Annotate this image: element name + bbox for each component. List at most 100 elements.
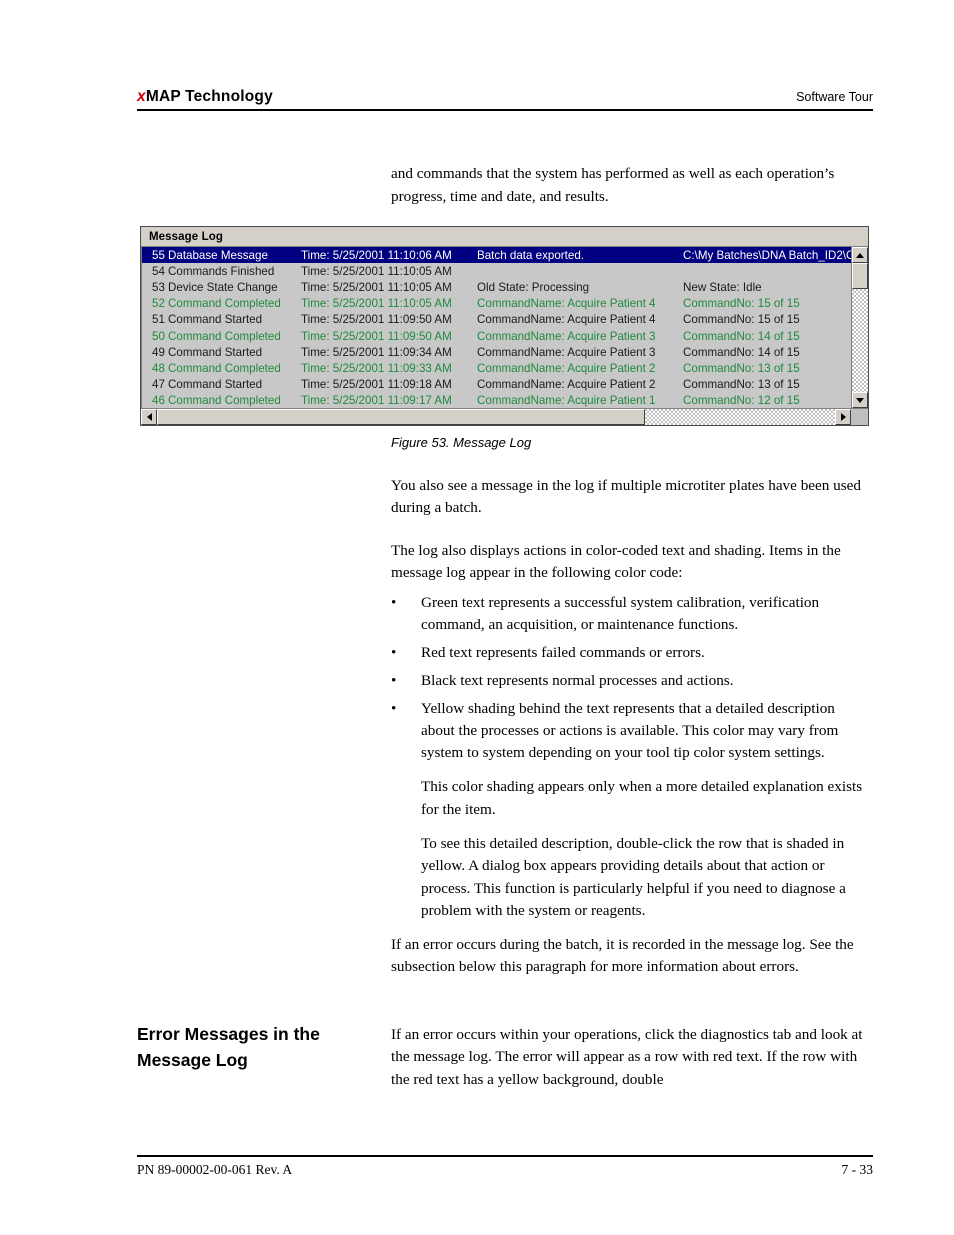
message-log-cell-id: 54 [152, 264, 165, 278]
footer-part-number: PN 89-00002-00-061 Rev. A [137, 1162, 293, 1177]
message-log-cell-event: Database Message [168, 248, 268, 262]
bullet-sub-paragraph: To see this detailed description, double… [421, 835, 846, 920]
chevron-up-icon [856, 252, 864, 258]
bullet-item: • Yellow shading behind the text represen… [391, 698, 869, 764]
bullet-text: Black text represents normal processes a… [421, 672, 734, 690]
message-log-row[interactable]: 55 Database Message Time: 5/25/2001 11:10:… [142, 247, 851, 264]
scroll-down-button[interactable] [852, 392, 868, 408]
message-log-cell-detail: CommandName: Acquire Patient 4 [477, 313, 656, 327]
message-log-cell-detail: CommandName: Acquire Patient 3 [477, 329, 656, 343]
message-log-cell-extra: CommandNo: 12 of 15 [683, 394, 800, 408]
bullet-marker: • [391, 644, 397, 662]
footer-page-number: 7 - 33 [841, 1162, 874, 1177]
scroll-up-button[interactable] [852, 247, 868, 263]
vertical-scrollbar[interactable] [851, 246, 868, 408]
bullet-marker: • [391, 672, 397, 690]
page-footer: PN 89-00002-00-061 Rev. A 7 - 33 [137, 1155, 873, 1178]
message-log-cell-detail: Batch data exported. [477, 248, 584, 262]
message-log-cell-detail: CommandName: Acquire Patient 4 [477, 297, 656, 311]
message-log-cell-detail: CommandName: Acquire Patient 2 [477, 361, 656, 375]
bullet-sub-paragraph: This color shading appears only when a m… [421, 778, 863, 818]
message-log-cell-event: Command Completed [168, 394, 281, 408]
bullet-marker: • [391, 700, 397, 718]
scroll-left-button[interactable] [141, 409, 157, 425]
message-log-cell-event: Command Completed [168, 361, 281, 375]
footer-divider [137, 1155, 873, 1157]
chevron-down-icon [856, 397, 864, 403]
message-log-cell-time: Time: 5/25/2001 11:09:18 AM [301, 378, 452, 392]
intro-paragraph: and commands that the system has perform… [391, 165, 835, 205]
vertical-scroll-thumb[interactable] [852, 263, 868, 289]
message-log-title: Message Log [141, 227, 868, 246]
bullet-item: • Green text represents a successful syst… [391, 592, 869, 636]
horizontal-scroll-thumb[interactable] [157, 409, 646, 425]
message-log-cell-time: Time: 5/25/2001 11:10:05 AM [301, 264, 452, 278]
horizontal-scroll-track[interactable] [157, 409, 835, 425]
page-header: xMAP Technology Software Tour [137, 88, 873, 111]
message-log-cell-id: 49 [152, 345, 165, 359]
message-log-row[interactable]: 49 Command Started Time: 5/25/2001 11:09:3… [142, 344, 851, 360]
header-divider [137, 109, 873, 111]
section-paragraph: If an error occurs within your operation… [391, 1026, 863, 1088]
body-paragraph-2: The log also displays actions in color-c… [391, 542, 841, 582]
message-log-cell-id: 50 [152, 329, 165, 343]
message-log-cell-time: Time: 5/25/2001 11:09:34 AM [301, 345, 452, 359]
message-log-cell-time: Time: 5/25/2001 11:09:33 AM [301, 361, 452, 375]
message-log-row[interactable]: 51 Command Started Time: 5/25/2001 11:09:5… [142, 312, 851, 328]
bullet-text: Yellow shading behind the text represent… [421, 700, 839, 762]
message-log-cell-time: Time: 5/25/2001 11:09:50 AM [301, 313, 452, 327]
message-log-row[interactable]: 48 Command Completed Time: 5/25/2001 11:09… [142, 360, 851, 376]
message-log-cell-id: 48 [152, 361, 165, 375]
message-log-window: Message Log 55 Database Message Time: 5/25… [140, 226, 869, 426]
message-log-cell-event: Command Started [168, 313, 263, 327]
brand-name: MAP Technology [145, 88, 273, 105]
message-log-cell-time: Time: 5/25/2001 11:09:50 AM [301, 329, 452, 343]
message-log-cell-event: Command Completed [168, 329, 281, 343]
message-log-cell-detail: Old State: Processing [477, 280, 590, 294]
section-heading: Error Messages in the Message Log [137, 1024, 320, 1071]
message-log-cell-id: 53 [152, 280, 165, 294]
body-paragraph-3: If an error occurs during the batch, it … [391, 936, 854, 976]
bullet-text: Red text represents failed commands or e… [421, 644, 705, 662]
message-log-row[interactable]: 53 Device State Change Time: 5/25/2001 11:… [142, 279, 851, 295]
horizontal-scrollbar[interactable] [141, 408, 868, 425]
message-log-cell-extra: CommandNo: 13 of 15 [683, 361, 800, 375]
figure-caption: Figure 53. Message Log [391, 435, 532, 450]
message-log-cell-extra: New State: Idle [683, 280, 762, 294]
bullet-marker: • [391, 594, 397, 611]
message-log-list-wrap: 55 Database Message Time: 5/25/2001 11:10:… [141, 246, 868, 408]
message-log-cell-time: Time: 5/25/2001 11:09:17 AM [301, 394, 452, 408]
color-code-bullet-list: • Green text represents a successful syst… [391, 592, 869, 923]
header-section-label: Software Tour [796, 90, 873, 104]
chevron-right-icon [840, 413, 846, 421]
bullet-item: • Red text represents failed commands or … [391, 642, 869, 664]
message-log-row[interactable]: 46 Command Completed Time: 5/25/2001 11:09… [142, 393, 851, 408]
message-log-cell-event: Device State Change [168, 280, 278, 294]
bullet-item: • Black text represents normal processes … [391, 670, 869, 692]
message-log-cell-extra: CommandNo: 15 of 15 [683, 313, 800, 327]
brand-x-glyph: x [137, 88, 146, 105]
message-log-row[interactable]: 47 Command Started Time: 5/25/2001 11:09:1… [142, 377, 851, 393]
message-log-cell-event: Command Completed [168, 297, 281, 311]
message-log-row[interactable]: 50 Command Completed Time: 5/25/2001 11:09… [142, 328, 851, 344]
message-log-cell-extra: CommandNo: 15 of 15 [683, 297, 800, 311]
body-paragraph-1: You also see a message in the log if mul… [391, 477, 861, 517]
message-log-cell-event: Command Started [168, 345, 263, 359]
message-log-cell-id: 52 [152, 297, 165, 311]
message-log-cell-detail: CommandName: Acquire Patient 1 [477, 394, 656, 408]
message-log-cell-time: Time: 5/25/2001 11:10:06 AM [301, 248, 452, 262]
message-log-list[interactable]: 55 Database Message Time: 5/25/2001 11:10:… [141, 246, 851, 408]
message-log-cell-extra: C:\My Batches\DNA Batch_ID2\Ou [683, 248, 851, 262]
brand-title: xMAP Technology [137, 88, 273, 106]
message-log-cell-extra: CommandNo: 14 of 15 [683, 329, 800, 343]
message-log-cell-time: Time: 5/25/2001 11:10:05 AM [301, 280, 452, 294]
message-log-cell-detail: CommandName: Acquire Patient 2 [477, 378, 656, 392]
message-log-cell-time: Time: 5/25/2001 11:10:05 AM [301, 297, 452, 311]
scrollbar-corner [851, 409, 868, 425]
scroll-right-button[interactable] [835, 409, 851, 425]
message-log-row[interactable]: 54 Commands Finished Time: 5/25/2001 11:10… [142, 263, 851, 279]
message-log-row[interactable]: 52 Command Completed Time: 5/25/2001 11:10… [142, 296, 851, 312]
message-log-cell-extra: CommandNo: 14 of 15 [683, 345, 800, 359]
message-log-cell-detail: CommandName: Acquire Patient 3 [477, 345, 656, 359]
vertical-scroll-track[interactable] [852, 289, 868, 392]
